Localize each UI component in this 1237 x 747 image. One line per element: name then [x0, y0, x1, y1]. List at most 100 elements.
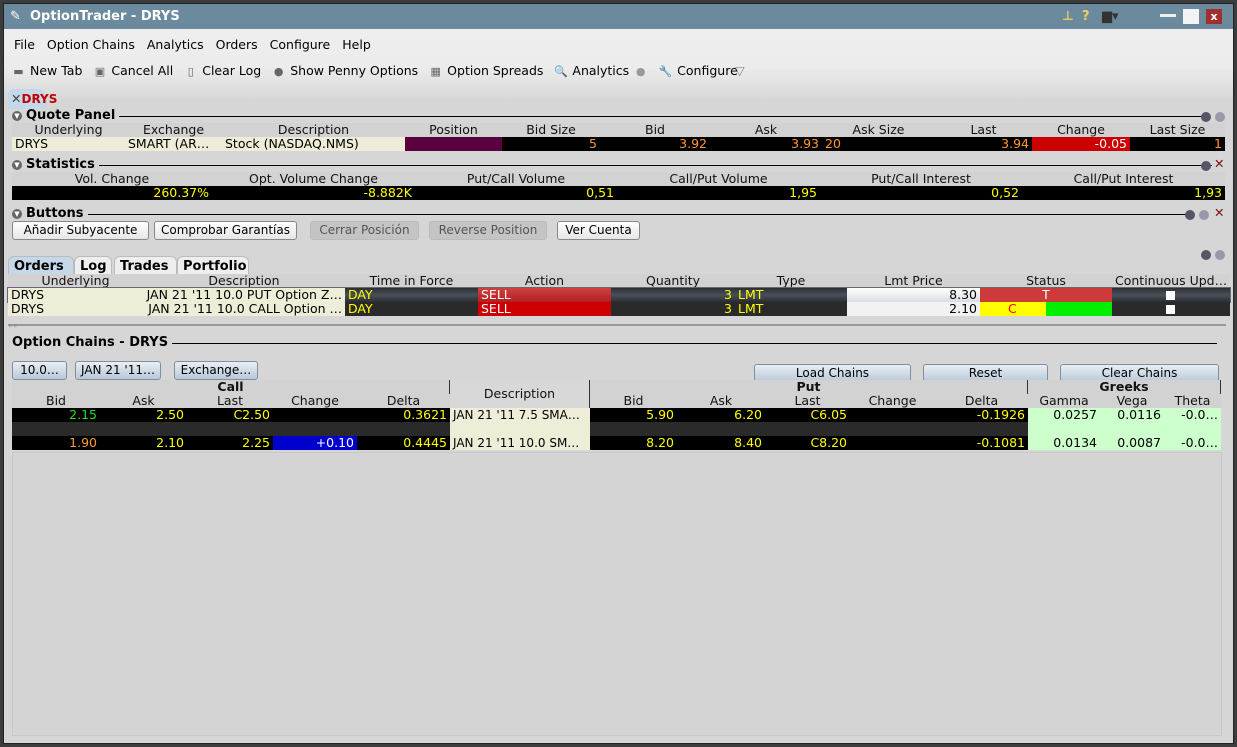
menu-configure[interactable]: Configure [270, 37, 331, 52]
cell: Gamma [1028, 394, 1100, 408]
dropdown-circle-icon[interactable]: ● [633, 64, 648, 79]
tab-trades[interactable]: Trades [114, 256, 177, 276]
order-time-in-force: DAY [345, 302, 478, 316]
menu-option-chains[interactable]: Option Chains [47, 37, 135, 52]
settings-icon[interactable] [1201, 250, 1211, 260]
button-reverse-position[interactable]: Reverse Position [429, 221, 547, 240]
toolbar-label: Cancel All [111, 63, 174, 78]
cell: 0.0134 [1028, 436, 1100, 450]
layout-icon[interactable]: ▆▾ [1102, 4, 1119, 29]
put-header-row: Bid Ask Last Change Delta [590, 394, 1028, 408]
cell: 8.20 [590, 436, 677, 450]
cell: Put/Call Volume [415, 172, 617, 186]
close-tab-icon[interactable]: ✕ [11, 91, 21, 106]
pin-icon[interactable]: ⊥ [1062, 4, 1074, 29]
tab-drys[interactable]: ✕DRYS [8, 89, 57, 109]
button-añadir-subyacente[interactable]: Añadir Subyacente [12, 221, 149, 240]
cell: Call/Put Interest [1022, 172, 1225, 186]
toolbar-show-penny-options-button[interactable]: ● Show Penny Options [271, 61, 418, 81]
tab-log[interactable]: Log [74, 256, 112, 276]
cell [357, 422, 450, 436]
collapse-icon[interactable]: ▼ [12, 160, 22, 170]
order-description: JAN 21 '11 10.0 CALL Option … [143, 302, 345, 316]
chain-group-put: Put [590, 380, 1028, 394]
order-type: LMT [735, 302, 847, 316]
cell: Last [765, 394, 850, 408]
quote-data-row: DRYS SMART (AR… Stock (NASDAQ.NMS) 5 3.92 3.9… [12, 137, 1225, 151]
splitter[interactable] [8, 324, 1226, 326]
minimize-button[interactable] [1160, 14, 1176, 17]
cell: 2.15 [12, 408, 100, 422]
button-cerrar-posici-n[interactable]: Cerrar Posición [310, 221, 419, 240]
cell [12, 422, 100, 436]
close-button[interactable]: x [1206, 9, 1222, 24]
close-panel-icon[interactable]: ✕ [1214, 156, 1224, 171]
order-row[interactable]: DRYS JAN 21 '11 10.0 PUT Option Z… DAY SELL… [7, 287, 1231, 303]
order-lmt-price[interactable]: 2.10 [847, 302, 980, 316]
cell: 260.37% [12, 186, 212, 200]
chain-selector-1[interactable]: JAN 21 '11… [75, 361, 161, 380]
menu-orders[interactable]: Orders [216, 37, 258, 52]
splitter-arrows-icon[interactable]: ◦◦ [8, 322, 17, 331]
menu-help[interactable]: Help [342, 37, 371, 52]
help-icon[interactable]: ? [1082, 4, 1090, 29]
tab-orders[interactable]: Orders [8, 256, 74, 276]
toolbar-configure-button[interactable]: 🔧 Configure [658, 61, 738, 81]
settings-icon[interactable] [1185, 210, 1195, 220]
checkbox[interactable] [1166, 305, 1175, 314]
checkbox[interactable] [1166, 291, 1175, 300]
order-continuous-update[interactable] [1112, 288, 1230, 302]
cell: Change [850, 394, 935, 408]
help-icon[interactable] [1199, 210, 1209, 220]
cell: 0.3621 [357, 408, 450, 422]
cell [405, 137, 502, 151]
toolbar-new-tab-button[interactable]: ▬ New Tab [11, 61, 82, 81]
cell [935, 422, 1028, 436]
button-ver-cuenta[interactable]: Ver Cuenta [557, 221, 640, 240]
cell: Last [187, 394, 273, 408]
toolbar-label: Show Penny Options [290, 63, 419, 78]
cell [100, 422, 187, 436]
settings-icon[interactable] [1201, 161, 1211, 171]
cell: Delta [935, 394, 1028, 408]
strike-description[interactable]: JAN 21 '11 10.0 SM… [450, 436, 590, 450]
cell: Theta [1164, 394, 1221, 408]
help-icon[interactable] [1215, 250, 1225, 260]
help-icon[interactable] [1215, 112, 1225, 122]
call-row: 1.90 2.10 2.25 +0.10 0.4445 [12, 436, 450, 450]
toolbar-label: New Tab [30, 63, 83, 78]
toolbar-cancel-all-button[interactable]: ▣ Cancel All [92, 61, 174, 81]
orders-header-row: Underlying Description Time in Force Action… [8, 274, 1230, 288]
chain-selector-2[interactable]: Exchange… [174, 361, 258, 380]
toolbar-overflow-icon[interactable]: ▽ [735, 63, 745, 78]
collapse-icon[interactable]: ▼ [12, 111, 22, 121]
order-lmt-price[interactable]: 8.30 [847, 288, 980, 302]
settings-icon[interactable] [1201, 112, 1211, 122]
toolbar-option-spreads-button[interactable]: ▦ Option Spreads [428, 61, 543, 81]
close-panel-icon[interactable]: ✕ [1214, 205, 1224, 220]
strike-description[interactable]: JAN 21 '11 7.5 SMA… [450, 408, 590, 422]
order-description: JAN 21 '11 10.0 PUT Option Z… [143, 288, 345, 302]
cell: 1 [1130, 137, 1225, 151]
collapse-icon[interactable]: ▼ [12, 209, 22, 219]
cell: 1,93 [1022, 186, 1225, 200]
order-continuous-update[interactable] [1112, 302, 1230, 316]
menu-file[interactable]: File [14, 37, 35, 52]
order-row[interactable]: DRYS JAN 21 '11 10.0 CALL Option … DAY SELL… [8, 302, 1230, 316]
cell: Ask [100, 394, 187, 408]
order-quantity: 3 [611, 302, 735, 316]
toolbar-analytics-button[interactable]: 🔍 Analytics ● [553, 61, 648, 81]
toolbar-clear-log-button[interactable]: ▯ Clear Log [183, 61, 262, 81]
cell: +0.10 [273, 436, 357, 450]
cell: Vol. Change [12, 172, 212, 186]
menu-analytics[interactable]: Analytics [147, 37, 204, 52]
strike-description[interactable] [450, 422, 590, 436]
tab-portfolio[interactable]: Portfolio [177, 256, 249, 276]
cell: Put/Call Interest [820, 172, 1022, 186]
cell: 20 [822, 137, 935, 151]
cell: Time in Force [345, 274, 478, 288]
button-comprobar-garantías[interactable]: Comprobar Garantías [154, 221, 297, 240]
quote-header-row: Underlying Exchange Description Position Bid… [12, 123, 1225, 137]
maximize-button[interactable] [1183, 9, 1199, 24]
chain-selector-0[interactable]: 10.0… [12, 361, 67, 380]
